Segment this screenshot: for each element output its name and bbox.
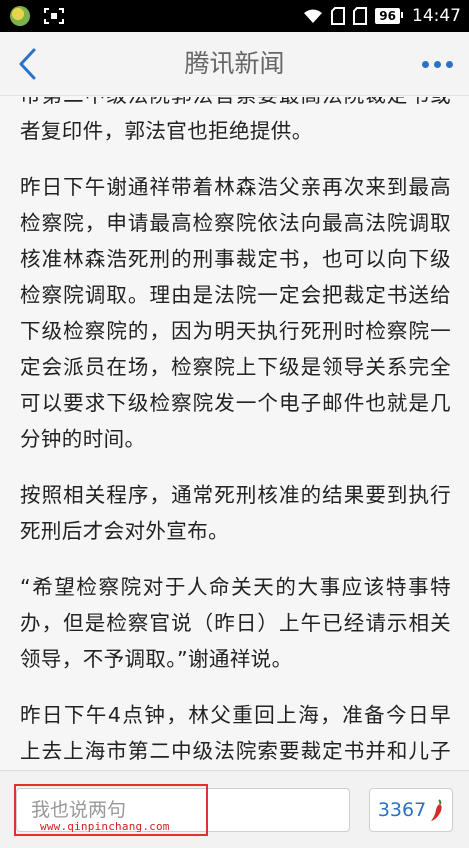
comment-count: 3367 xyxy=(377,799,427,821)
article-paragraph: 昨日下午谢通祥带着林森浩父亲再次来到最高检察院，申请最高检察院依法向最高法院调取… xyxy=(20,175,451,451)
article-paragraph: “希望检察院对于人命关天的大事应该特事特办，但是检察官说（昨日）上午已经请示相关… xyxy=(20,575,451,671)
article-paragraph: 按照相关程序，通常死刑核准的结果要到执行死刑后才会对外宣布。 xyxy=(20,483,451,543)
battery-level: 96 xyxy=(375,8,403,24)
more-button[interactable] xyxy=(415,44,459,84)
sim-card-icon-2 xyxy=(353,7,368,25)
scan-icon xyxy=(44,8,64,24)
page-title: 腾讯新闻 xyxy=(184,49,285,78)
more-dots-icon xyxy=(421,60,429,68)
article-body[interactable]: 市第二中级法院郭法官索要最高法院裁定书或者复印件，郭法官也拒绝提供。 昨日下午谢… xyxy=(0,97,469,770)
back-button[interactable] xyxy=(8,42,48,86)
status-bar-right: 96 14:47 xyxy=(303,6,461,26)
chili-pepper-icon xyxy=(431,799,442,821)
status-time: 14:47 xyxy=(412,6,461,26)
wifi-icon xyxy=(304,9,323,23)
article-paragraph: 昨日下午4点钟，林父重回上海，准备今日早上去上海市第二中级法院索要裁定书并和儿子… xyxy=(20,703,451,763)
more-dots-icon xyxy=(445,60,453,68)
comment-count-button[interactable]: 3367 xyxy=(369,788,453,832)
app-header: 腾讯新闻 xyxy=(0,32,469,96)
article-paragraph: 市第二中级法院郭法官索要最高法院裁定书或者复印件，郭法官也拒绝提供。 xyxy=(20,97,451,143)
article-content: 市第二中级法院郭法官索要最高法院裁定书或者复印件，郭法官也拒绝提供。 昨日下午谢… xyxy=(20,97,451,770)
watermark-text: www.qinpinchang.com xyxy=(40,820,170,833)
status-bar-left xyxy=(10,6,64,26)
green-badge-icon xyxy=(10,6,30,26)
chevron-left-icon xyxy=(19,48,36,80)
comment-bar: www.qinpinchang.com 3367 xyxy=(0,770,469,848)
sim-card-icon xyxy=(331,7,346,25)
more-dots-icon xyxy=(433,60,441,68)
status-bar: 96 14:47 xyxy=(0,0,469,32)
